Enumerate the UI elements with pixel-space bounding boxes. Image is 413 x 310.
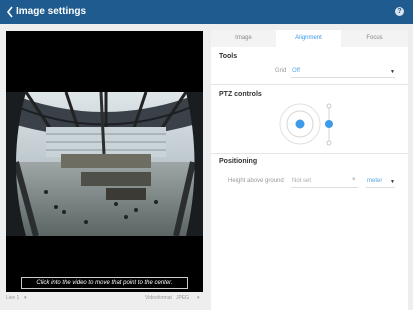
videoformat-label: Videoformat bbox=[145, 295, 172, 301]
tab-bar: Image Alignment Focus bbox=[211, 30, 408, 47]
live-caret-icon[interactable]: ▾ bbox=[24, 295, 27, 301]
grid-select[interactable]: Off bbox=[292, 68, 300, 74]
station-hall-image bbox=[6, 92, 203, 236]
clear-icon[interactable]: × bbox=[352, 177, 356, 183]
height-underline bbox=[291, 187, 358, 188]
pan-tilt-handle-icon bbox=[295, 119, 305, 129]
tab-focus[interactable]: Focus bbox=[341, 30, 408, 47]
videoformat-select[interactable]: JPEG bbox=[176, 295, 189, 301]
video-footer: Live 1 ▾ Videoformat JPEG ▾ bbox=[6, 294, 206, 304]
video-panel: Click into the video to move that point … bbox=[6, 31, 203, 292]
grid-underline bbox=[291, 77, 395, 78]
unit-underline bbox=[366, 187, 395, 188]
ptz-joystick[interactable] bbox=[276, 100, 342, 150]
help-icon[interactable]: ? bbox=[395, 7, 404, 16]
divider bbox=[211, 84, 408, 85]
videoformat-caret-icon[interactable]: ▾ bbox=[197, 295, 200, 301]
tab-image[interactable]: Image bbox=[211, 30, 276, 47]
grid-label: Grid bbox=[275, 68, 287, 74]
positioning-title: Positioning bbox=[219, 158, 258, 165]
grid-caret-icon[interactable]: ▼ bbox=[390, 69, 395, 75]
top-bar: Image settings ? bbox=[0, 0, 413, 24]
zoom-slider-handle-icon bbox=[325, 120, 333, 128]
settings-panel: Image Alignment Focus Tools Grid Off ▼ P… bbox=[211, 30, 408, 310]
height-label: Height above ground bbox=[228, 178, 284, 184]
video-click-hint: Click into the video to move that point … bbox=[21, 277, 188, 289]
tab-alignment[interactable]: Alignment bbox=[276, 30, 341, 47]
live-label[interactable]: Live 1 bbox=[6, 295, 19, 301]
unit-select[interactable]: meter bbox=[367, 178, 382, 184]
height-input[interactable]: Not set bbox=[292, 178, 311, 184]
unit-caret-icon[interactable]: ▼ bbox=[390, 179, 395, 185]
page-title: Image settings bbox=[16, 6, 87, 17]
camera-video-feed[interactable] bbox=[6, 92, 203, 236]
ptz-title: PTZ controls bbox=[219, 91, 262, 98]
tools-title: Tools bbox=[219, 53, 238, 60]
back-arrow-icon[interactable] bbox=[5, 4, 15, 20]
divider bbox=[211, 153, 408, 154]
